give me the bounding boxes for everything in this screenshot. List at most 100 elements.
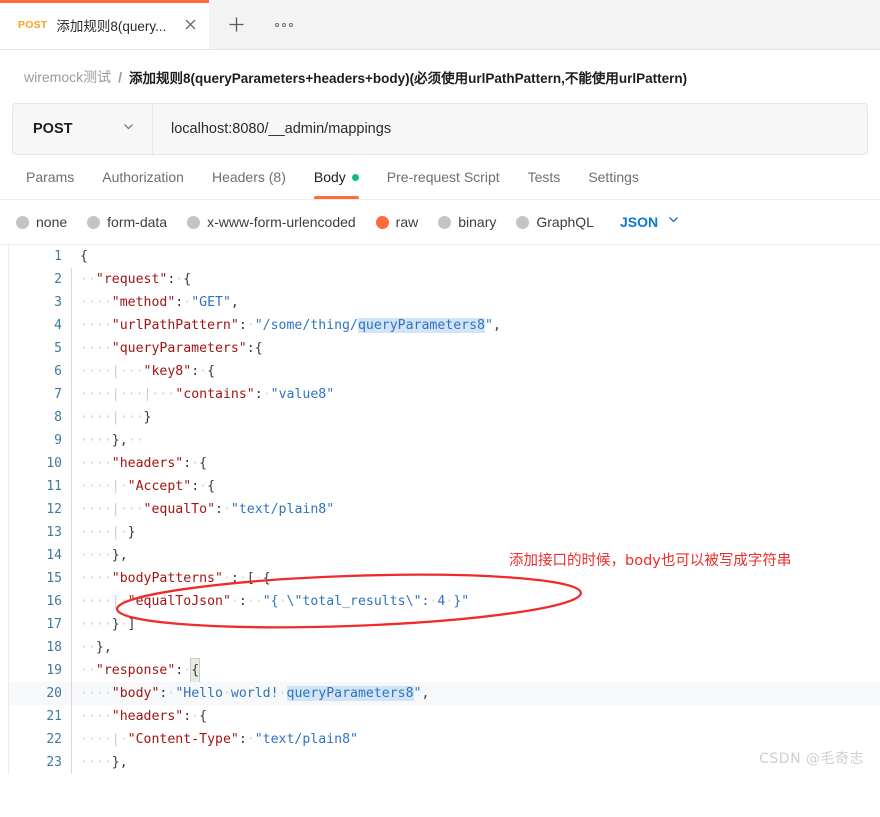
line-number: 4 bbox=[54, 318, 62, 333]
radio-icon bbox=[516, 215, 530, 229]
line-number: 6 bbox=[54, 364, 62, 379]
line-content: ····}·] bbox=[71, 613, 880, 636]
tab-label: Body bbox=[313, 169, 346, 185]
line-number: 2 bbox=[54, 272, 62, 287]
tab-bar-actions bbox=[209, 0, 297, 49]
line-content: ····"queryParameters":{ bbox=[71, 337, 880, 360]
tab-authorization[interactable]: Authorization bbox=[88, 155, 198, 199]
body-type-label: form-data bbox=[107, 214, 168, 230]
body-type-graphql[interactable]: GraphQL bbox=[516, 214, 594, 230]
body-type-none[interactable]: none bbox=[16, 214, 67, 230]
tab-tests[interactable]: Tests bbox=[514, 155, 575, 199]
code-line-active: 20 ····"body":·"Hello·world!·queryParamet… bbox=[9, 682, 880, 705]
code-line: 11 ····|·"Accept":·{ bbox=[9, 475, 880, 498]
line-number: 21 bbox=[46, 709, 62, 724]
body-type-form-data[interactable]: form-data bbox=[87, 214, 167, 230]
tab-label: Headers (8) bbox=[211, 169, 286, 185]
request-section-tabs: Params Authorization Headers (8) Body Pr… bbox=[0, 155, 880, 200]
body-type-label: raw bbox=[395, 214, 419, 230]
ellipsis-icon[interactable] bbox=[271, 12, 297, 38]
line-number: 23 bbox=[46, 755, 62, 770]
tab-params[interactable]: Params bbox=[12, 155, 88, 199]
body-type-options: none form-data x-www-form-urlencoded raw… bbox=[0, 200, 880, 245]
request-url-input[interactable]: localhost:8080/__admin/mappings bbox=[153, 104, 867, 154]
code-line: 17 ····}·] bbox=[9, 613, 880, 636]
request-url-value: localhost:8080/__admin/mappings bbox=[171, 121, 392, 137]
line-number: 19 bbox=[46, 663, 62, 678]
code-line: 3 ····"method":·"GET", bbox=[9, 291, 880, 314]
line-number: 22 bbox=[46, 732, 62, 747]
line-content: ····"body":·"Hello·world!·queryParameter… bbox=[71, 682, 880, 705]
radio-icon bbox=[438, 215, 452, 229]
tab-label: Params bbox=[26, 169, 75, 185]
line-content: ··"response":·{ bbox=[71, 658, 880, 683]
code-area[interactable]: 1{ 2 ··"request":·{ 3 ····"method":·"GET",… bbox=[9, 245, 880, 774]
body-type-label: none bbox=[36, 214, 68, 230]
line-number: 17 bbox=[46, 617, 62, 632]
body-format-select[interactable]: JSON bbox=[620, 213, 680, 231]
body-type-label: x-www-form-urlencoded bbox=[207, 214, 356, 230]
line-number: 18 bbox=[46, 640, 62, 655]
request-tab-bar: POST 添加规则8(query... bbox=[0, 0, 880, 50]
request-body-editor[interactable]: 1{ 2 ··"request":·{ 3 ····"method":·"GET",… bbox=[8, 245, 880, 774]
code-line: 2 ··"request":·{ bbox=[9, 268, 880, 291]
http-method-select[interactable]: POST bbox=[13, 104, 153, 154]
code-line: 8 ····|···} bbox=[9, 406, 880, 429]
breadcrumb-separator: / bbox=[118, 68, 123, 85]
body-type-raw[interactable]: raw bbox=[375, 214, 419, 230]
plus-icon[interactable] bbox=[223, 12, 249, 38]
line-number: 20 bbox=[46, 686, 62, 701]
line-number: 12 bbox=[46, 502, 62, 517]
line-content: ····|···"equalTo":·"text/plain8" bbox=[71, 498, 880, 521]
line-content: ····}, bbox=[71, 544, 880, 567]
request-tab-title: 添加规则8(query... bbox=[56, 18, 167, 34]
code-line: 5 ····"queryParameters":{ bbox=[9, 337, 880, 360]
line-number: 13 bbox=[46, 525, 62, 540]
line-content: ····|·"equalToJson"·:··"{·\"total_result… bbox=[71, 590, 880, 613]
code-line: 4 ····"urlPathPattern":·"/some/thing/quer… bbox=[9, 314, 880, 337]
tab-pre-request-script[interactable]: Pre-request Script bbox=[373, 155, 514, 199]
body-type-urlencoded[interactable]: x-www-form-urlencoded bbox=[187, 214, 356, 230]
code-line: 23 ····}, bbox=[9, 751, 880, 774]
body-type-binary[interactable]: binary bbox=[438, 214, 496, 230]
radio-icon bbox=[187, 215, 201, 229]
close-icon[interactable] bbox=[179, 14, 201, 36]
line-content: ····"bodyPatterns"·:·[·{ bbox=[71, 567, 880, 590]
code-line: 6 ····|···"key8":·{ bbox=[9, 360, 880, 383]
code-line: 9 ····},·· bbox=[9, 429, 880, 452]
body-type-label: binary bbox=[458, 214, 497, 230]
http-method-value: POST bbox=[33, 121, 73, 137]
line-number: 9 bbox=[54, 433, 62, 448]
line-content: ····|·} bbox=[71, 521, 880, 544]
code-line: 18 ··}, bbox=[9, 636, 880, 659]
code-line: 19 ··"response":·{ bbox=[9, 658, 880, 683]
line-number: 8 bbox=[54, 410, 62, 425]
tab-body[interactable]: Body bbox=[300, 155, 373, 199]
line-number: 15 bbox=[46, 571, 62, 586]
code-line: 22 ····|·"Content-Type":·"text/plain8" bbox=[9, 728, 880, 751]
body-format-value: JSON bbox=[619, 214, 659, 230]
line-number: 3 bbox=[54, 295, 62, 310]
code-line: 10 ····"headers":·{ bbox=[9, 452, 880, 475]
code-line: 7 ····|···|···"contains":·"value8" bbox=[9, 383, 880, 406]
body-present-dot-icon bbox=[351, 173, 359, 181]
line-number: 16 bbox=[46, 594, 62, 609]
request-tab-active[interactable]: POST 添加规则8(query... bbox=[0, 0, 209, 49]
code-line: 14 ····}, bbox=[9, 544, 880, 567]
line-content: ····"method":·"GET", bbox=[71, 291, 880, 314]
line-number: 11 bbox=[46, 479, 62, 494]
tab-settings[interactable]: Settings bbox=[574, 155, 653, 199]
code-line: 13 ····|·} bbox=[9, 521, 880, 544]
radio-icon bbox=[16, 215, 29, 229]
breadcrumb-collection[interactable]: wiremock测试 bbox=[24, 67, 111, 87]
url-bar: POST localhost:8080/__admin/mappings bbox=[12, 103, 868, 155]
line-number: 14 bbox=[46, 548, 62, 563]
line-content: ··"request":·{ bbox=[71, 268, 880, 291]
tab-headers[interactable]: Headers (8) bbox=[198, 155, 300, 199]
line-number: 1 bbox=[54, 249, 62, 264]
code-line: 1{ bbox=[9, 245, 880, 268]
line-content: ··}, bbox=[71, 636, 880, 659]
code-line: 12 ····|···"equalTo":·"text/plain8" bbox=[9, 498, 880, 521]
radio-icon bbox=[87, 215, 101, 229]
line-content: ····},·· bbox=[71, 429, 880, 452]
